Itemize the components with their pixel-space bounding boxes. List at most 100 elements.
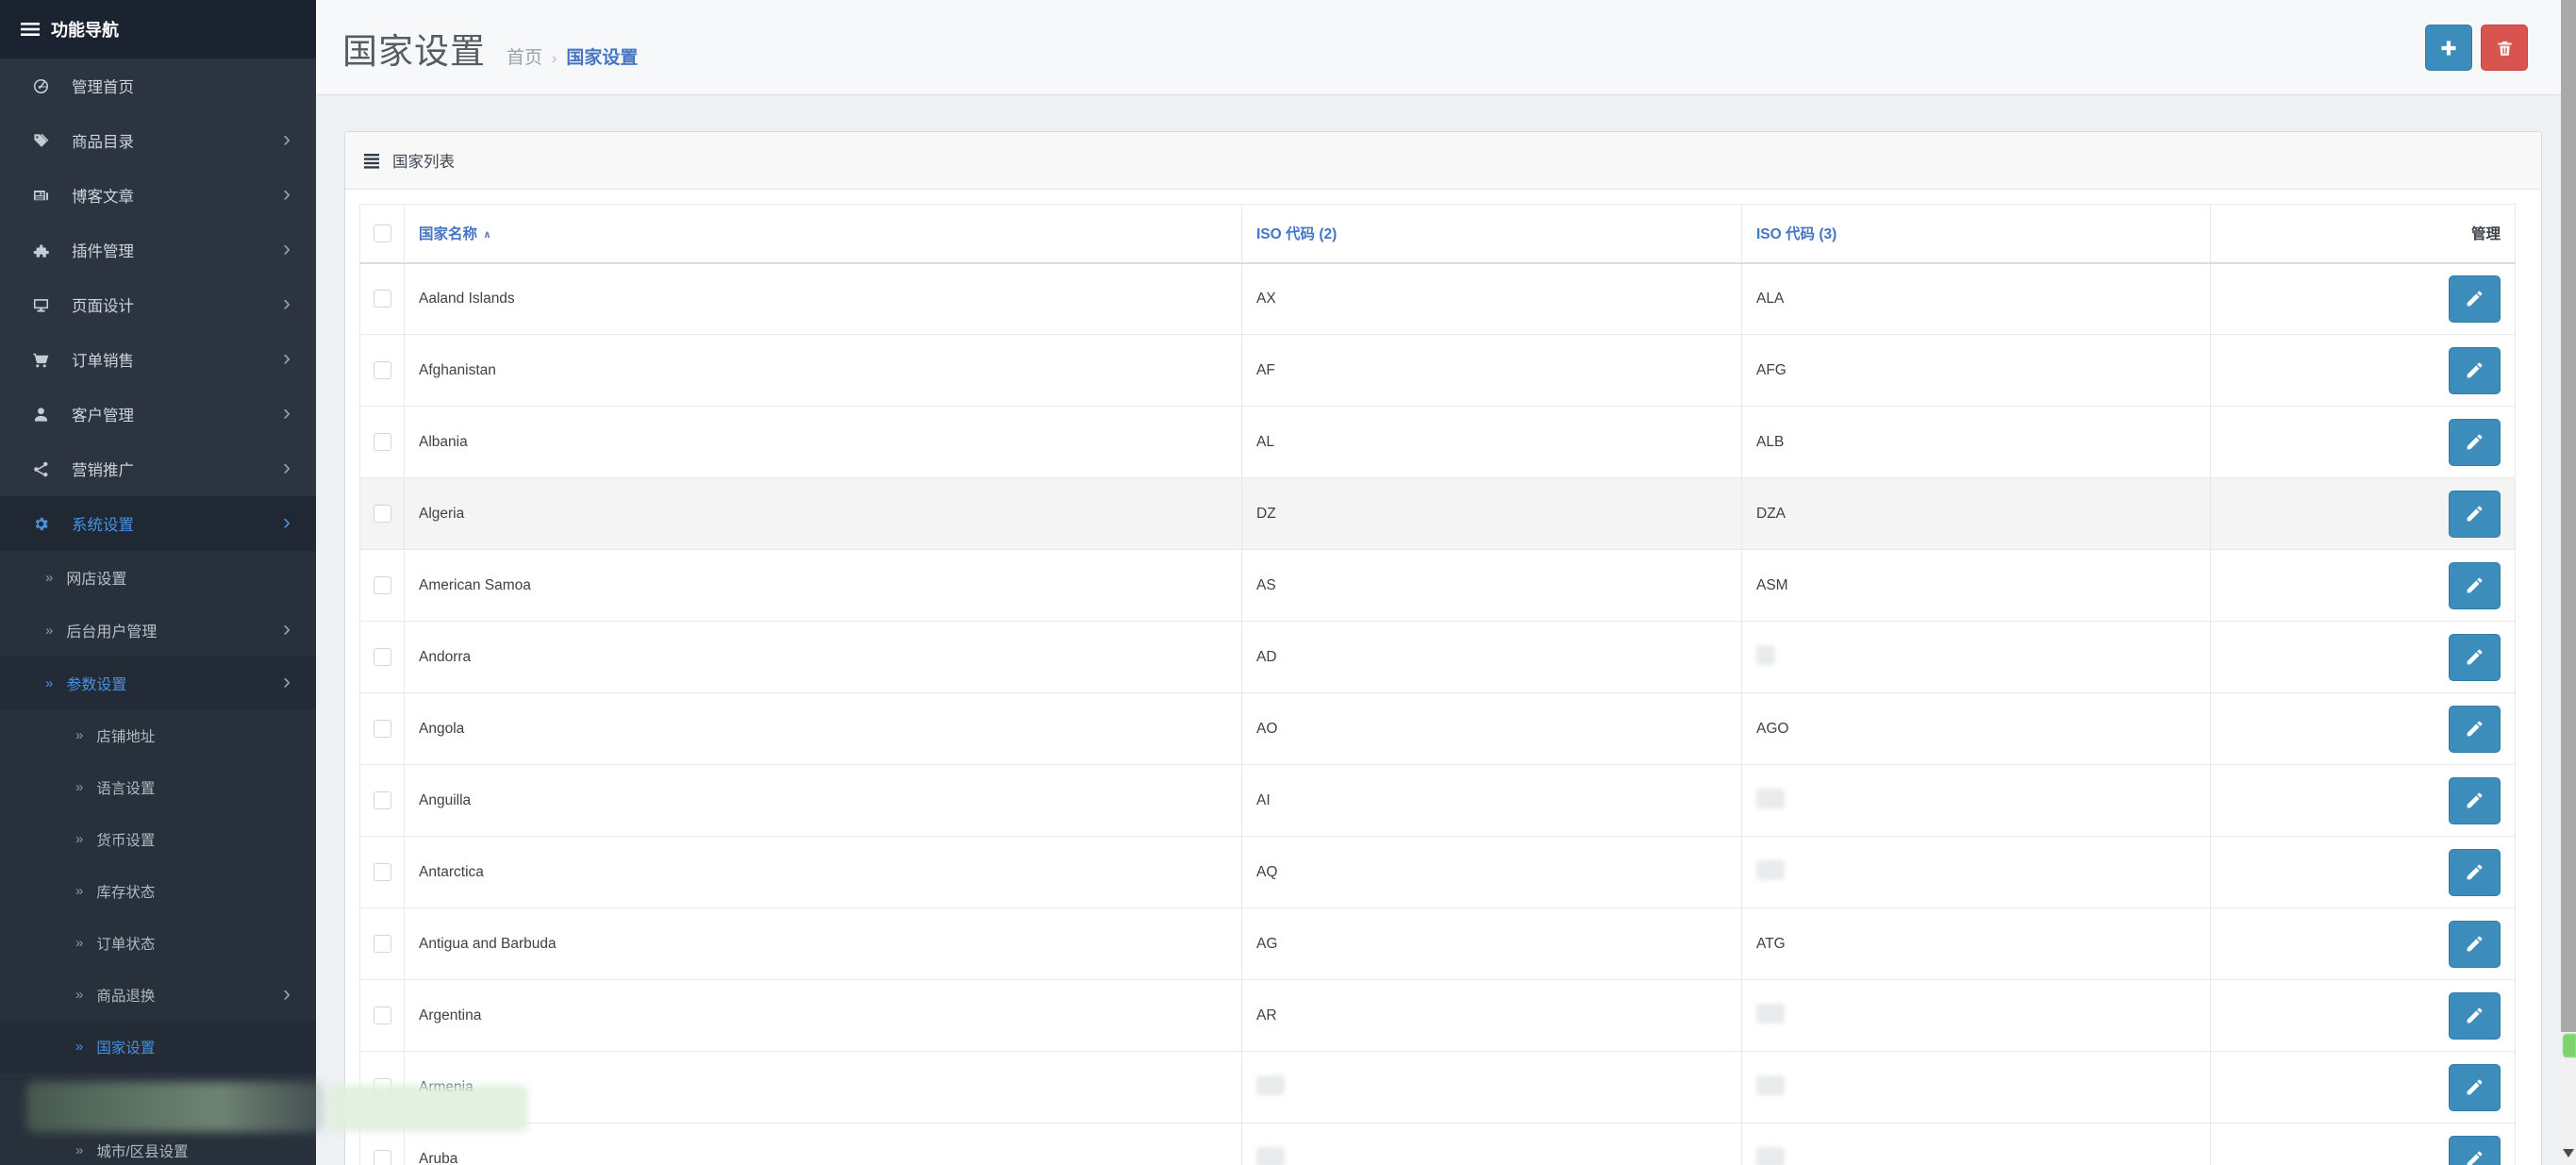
chevron-right-icon: › [283,402,291,424]
row-checkbox[interactable] [374,863,391,881]
double-chevron-icon: » [45,570,53,586]
chevron-right-icon: › [283,671,291,693]
chevron-right-icon: › [283,128,291,151]
sidebar-item-system[interactable]: 系统设置› [0,496,316,551]
double-chevron-icon: » [75,1142,83,1158]
iso-code: AG [1256,936,1277,952]
sidebar-item-catalog[interactable]: 商品目录› [0,113,316,168]
scrollbar-down-arrow-icon[interactable] [2563,1149,2574,1157]
row-checkbox[interactable] [374,505,391,523]
edit-button[interactable] [2449,419,2501,466]
content-header: 国家设置 首页 › 国家设置 [316,0,2561,95]
sidebar-item-dashboard[interactable]: 管理首页 [0,58,316,113]
sidebar-item-customers[interactable]: 客户管理› [0,387,316,441]
edit-button[interactable] [2449,706,2501,753]
redacted-value [1256,1147,1285,1165]
sidebar-item-admin-users[interactable]: »后台用户管理› [0,604,316,657]
breadcrumb-home[interactable]: 首页 [507,43,542,69]
row-checkbox[interactable] [374,1150,391,1165]
row-checkbox[interactable] [374,791,391,809]
iso-code: AR [1256,1007,1277,1024]
double-chevron-icon: » [75,779,83,795]
sort-iso3-link[interactable]: ISO 代码 (3) [1756,226,1836,242]
redacted-value [1756,860,1785,880]
edit-button[interactable] [2449,921,2501,968]
sort-asc-icon: ∧ [483,229,491,241]
sidebar-item-store-address[interactable]: »店铺地址 [0,709,316,761]
iso-code: AGO [1756,721,1788,737]
edit-button[interactable] [2449,1136,2501,1165]
pencil-icon [2465,1006,2485,1025]
country-name: Angola [419,721,464,737]
list-icon [363,152,380,169]
iso-code: AL [1256,434,1274,450]
row-checkbox[interactable] [374,1007,391,1024]
double-chevron-icon: » [75,935,83,951]
scrollbar-thumb[interactable] [2561,0,2576,1032]
sidebar-item-store-settings[interactable]: »网店设置 [0,551,316,604]
table-row: Angola AO AGO [360,693,2516,765]
table-row: Andorra AD [360,622,2516,693]
table-row: Algeria DZ DZA [360,478,2516,550]
share-icon [32,460,72,478]
edit-button[interactable] [2449,777,2501,824]
sidebar: 功能导航 管理首页商品目录›博客文章›插件管理›页面设计›订单销售›客户管理›营… [0,0,316,1165]
iso-code: DZA [1756,506,1786,522]
edit-button[interactable] [2449,992,2501,1040]
sidebar-item-returns[interactable]: »商品退换› [0,969,316,1021]
sidebar-item-parameter-settings[interactable]: »参数设置› [0,657,316,709]
edit-button[interactable] [2449,562,2501,609]
table-row: Aaland Islands AX ALA [360,263,2516,335]
sidebar-item-order-status[interactable]: »订单状态 [0,917,316,969]
sidebar-item-marketing[interactable]: 营销推广› [0,441,316,496]
chevron-right-icon: › [283,238,291,260]
iso-code: DZ [1256,506,1276,522]
chevron-right-icon: › [283,511,291,534]
pencil-icon [2465,360,2485,380]
breadcrumb-current[interactable]: 国家设置 [566,43,638,69]
edit-button[interactable] [2449,849,2501,896]
redacted-value [1756,645,1775,665]
select-all-checkbox[interactable] [374,225,391,242]
newspaper-icon [32,187,72,205]
edit-button[interactable] [2449,491,2501,538]
edit-button[interactable] [2449,634,2501,681]
edit-button[interactable] [2449,1064,2501,1111]
sidebar-item-language-settings[interactable]: »语言设置 [0,761,316,813]
sidebar-item-blog[interactable]: 博客文章› [0,168,316,223]
sidebar-item-currency-settings[interactable]: »货币设置 [0,813,316,865]
row-checkbox[interactable] [374,433,391,451]
double-chevron-icon: » [45,675,53,691]
table-row: Aruba [360,1123,2516,1165]
edit-button[interactable] [2449,347,2501,394]
add-country-button[interactable] [2425,25,2472,71]
country-name: Antigua and Barbuda [419,936,557,952]
iso-code: AS [1256,577,1276,593]
sidebar-item-stock-status[interactable]: »库存状态 [0,865,316,917]
sort-country-name-link[interactable]: 国家名称∧ [419,226,491,242]
row-checkbox[interactable] [374,576,391,594]
row-checkbox[interactable] [374,361,391,379]
sidebar-item-extensions[interactable]: 插件管理› [0,223,316,277]
sidebar-item-country-settings[interactable]: »国家设置 [0,1021,316,1073]
sidebar-item-sales[interactable]: 订单销售› [0,332,316,387]
delete-button[interactable] [2481,25,2528,71]
sort-iso2-link[interactable]: ISO 代码 (2) [1256,226,1337,242]
sidebar-header[interactable]: 功能导航 [0,0,316,58]
iso-code: AX [1256,291,1276,307]
iso-code: ALB [1756,434,1784,450]
pencil-icon [2465,504,2485,524]
vertical-scrollbar[interactable] [2561,0,2576,1165]
gear-icon [32,515,72,533]
row-checkbox[interactable] [374,935,391,953]
row-checkbox[interactable] [374,720,391,738]
row-checkbox[interactable] [374,648,391,666]
sidebar-item-design[interactable]: 页面设计› [0,277,316,332]
pencil-icon [2465,791,2485,810]
chevron-right-icon: › [283,347,291,370]
edit-button[interactable] [2449,275,2501,323]
row-checkbox[interactable] [374,290,391,308]
desktop-icon [32,296,72,314]
table-row: Antigua and Barbuda AG ATG [360,908,2516,980]
sidebar-menu: 管理首页商品目录›博客文章›插件管理›页面设计›订单销售›客户管理›营销推广›系… [0,58,316,1165]
